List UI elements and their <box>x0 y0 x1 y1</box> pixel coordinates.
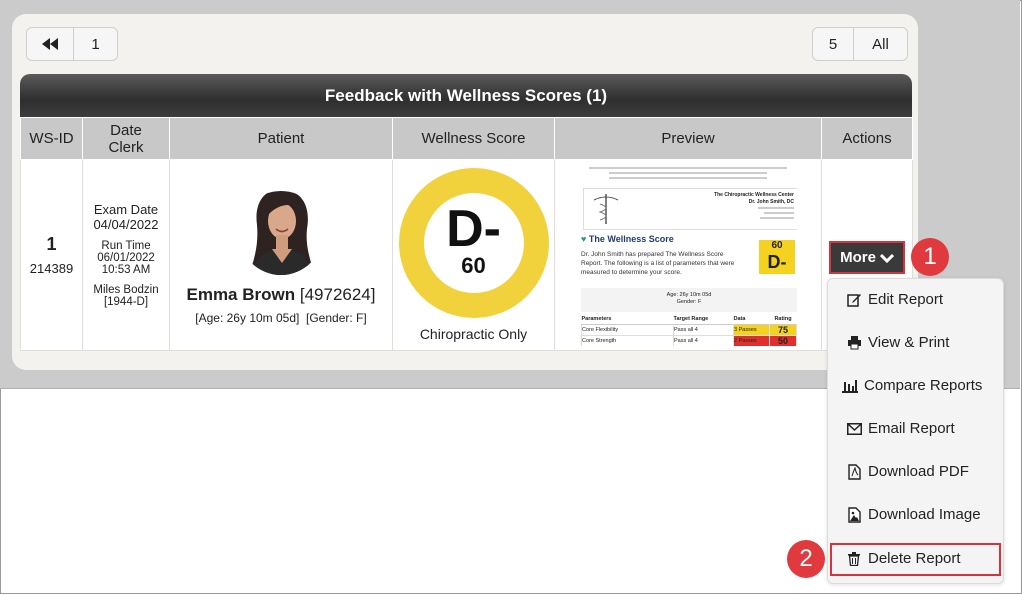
preview-target: Pass all 4 <box>673 324 734 336</box>
header-actions: Actions <box>821 117 913 160</box>
envelope-icon <box>846 421 862 437</box>
preview-heading: ♥ The Wellness Score <box>581 234 674 244</box>
patient-id: [4972624] <box>299 285 376 304</box>
header-preview: Preview <box>554 117 822 160</box>
date-clerk-cell: Exam Date 04/04/2022 Run Time 06/01/2022… <box>82 159 170 351</box>
patient-avatar <box>239 185 323 281</box>
preview-badge-grade: D- <box>767 252 787 272</box>
preview-param: Core Flexibility <box>581 324 674 336</box>
score-value: 60 <box>461 253 486 278</box>
patient-name[interactable]: Emma Brown <box>186 285 295 304</box>
preview-heading-text: The Wellness Score <box>588 234 674 244</box>
preview-data: 3 Passes <box>733 324 770 336</box>
callout-1: 1 <box>911 238 949 276</box>
clerk-code: [1944-D] <box>103 296 149 308</box>
preview-col-rating: Rating <box>769 314 797 325</box>
menu-item-label: Compare Reports <box>864 377 983 394</box>
patient-name-line: Emma Brown [4972624] <box>170 285 392 305</box>
pdf-icon <box>846 463 862 480</box>
header-clerk-label: Clerk <box>108 138 144 156</box>
more-button-label: More <box>840 249 876 266</box>
wellness-score-cell: D- 60 Chiropractic Only <box>392 159 555 351</box>
score-ring: D- 60 <box>398 168 549 318</box>
table-title: Feedback with Wellness Scores (1) <box>20 74 912 117</box>
menu-item-label: Download PDF <box>868 463 969 480</box>
header-wellness-score[interactable]: Wellness Score <box>392 117 555 160</box>
header-date-label: Date <box>110 121 142 139</box>
preview-header-lines <box>579 164 797 186</box>
report-preview-thumbnail[interactable]: The Chiropractic Wellness Center Dr. Joh… <box>579 164 797 346</box>
delete-highlight-box <box>830 543 1001 576</box>
printer-icon <box>846 335 862 351</box>
preview-badge-score: 60 <box>771 240 783 251</box>
image-icon <box>846 506 862 523</box>
caduceus-icon <box>593 194 619 224</box>
page-1-button[interactable]: 1 <box>73 27 118 61</box>
preview-col-data: Data <box>733 314 770 325</box>
report-panel: 1 5 All Feedback with Wellness Scores (1… <box>12 14 918 370</box>
menu-item-download-pdf[interactable]: Download PDF <box>846 463 969 480</box>
preview-letterhead: The Chiropractic Wellness Center Dr. Joh… <box>583 188 797 230</box>
score-caption: Chiropractic Only <box>419 326 528 342</box>
page-size-5-button[interactable]: 5 <box>812 27 854 61</box>
patient-info: [Age: 26y 10m 05d] [Gender: F] <box>195 311 367 325</box>
header-patient[interactable]: Patient <box>169 117 393 160</box>
preview-rating: 50 <box>769 335 797 346</box>
patient-cell: Emma Brown [4972624] [Age: 26y 10m 05d] … <box>169 159 393 351</box>
run-time-label: Run Time <box>101 240 151 252</box>
preview-cell[interactable]: The Chiropractic Wellness Center Dr. Joh… <box>554 159 822 351</box>
heart-icon: ♥ <box>581 234 587 244</box>
preview-age: Age: 26y 10m 05d <box>666 292 712 298</box>
preview-col-target: Target Range <box>673 314 734 325</box>
preview-rating: 75 <box>769 324 797 336</box>
preview-demographics: Age: 26y 10m 05d Gender: F <box>581 288 797 312</box>
menu-item-compare-reports[interactable]: Compare Reports <box>842 377 982 394</box>
run-date-value: 06/01/2022 <box>97 252 155 264</box>
menu-item-label: Download Image <box>868 506 981 523</box>
preview-gender: Gender: F <box>676 299 702 305</box>
exam-date-value: 04/04/2022 <box>93 217 159 232</box>
preview-row: Core Flexibility Pass all 4 3 Passes 75 <box>581 324 797 336</box>
menu-item-label: Email Report <box>868 420 955 437</box>
preview-params-table: Parameters Target Range Data Rating Core… <box>581 314 797 346</box>
header-wsid[interactable]: WS-ID <box>20 117 83 160</box>
preview-row: Core Strength Pass all 4 2 Passes 50 <box>581 335 797 346</box>
reports-table: WS-ID Date Clerk Patient Wellness Score P… <box>20 117 913 351</box>
preview-clinic-name: The Chiropractic Wellness Center <box>714 192 794 198</box>
compare-icon <box>842 378 858 394</box>
page-size-all-button[interactable]: All <box>853 27 908 61</box>
run-time-value: 10:53 AM <box>101 264 151 276</box>
preview-intro: Dr. John Smith has prepared The Wellness… <box>581 251 735 276</box>
menu-item-download-image[interactable]: Download Image <box>846 506 981 523</box>
table-header-row: WS-ID Date Clerk Patient Wellness Score P… <box>20 117 913 160</box>
preview-param: Core Strength <box>581 335 674 346</box>
rewind-icon <box>42 38 58 50</box>
menu-item-email-report[interactable]: Email Report <box>846 420 955 437</box>
preview-col-params: Parameters <box>581 314 674 325</box>
callout-2: 2 <box>787 540 825 578</box>
chevron-down-icon <box>879 253 894 263</box>
wsid-number: 1 <box>46 234 57 254</box>
menu-item-view-print[interactable]: View & Print <box>846 334 949 351</box>
preview-score-badge: 60 D- <box>759 240 795 274</box>
score-grade: D- <box>446 200 501 258</box>
actions-dropdown-menu: Edit Report View & Print Compare Reports… <box>827 278 1004 584</box>
score-center: D- 60 <box>423 193 524 293</box>
preview-target: Pass all 4 <box>673 335 734 346</box>
menu-item-label: Edit Report <box>868 291 944 308</box>
menu-item-edit-report[interactable]: Edit Report <box>846 291 943 308</box>
exam-date-label: Exam Date <box>93 202 159 217</box>
more-button[interactable]: More <box>829 241 905 274</box>
wsid-cell: 1 214389 <box>20 159 83 351</box>
preview-doctor: Dr. John Smith, DC <box>748 199 794 205</box>
wsid-sub-number: 214389 <box>29 261 74 276</box>
menu-item-label: View & Print <box>868 334 950 351</box>
preview-data: 2 Passes <box>733 335 770 346</box>
table-row: 1 214389 Exam Date 04/04/2022 Run Time 0… <box>20 159 913 351</box>
header-date-clerk[interactable]: Date Clerk <box>82 117 170 160</box>
edit-icon <box>846 292 862 308</box>
first-page-button[interactable] <box>26 27 74 61</box>
clerk-name: Miles Bodzin <box>93 284 159 296</box>
